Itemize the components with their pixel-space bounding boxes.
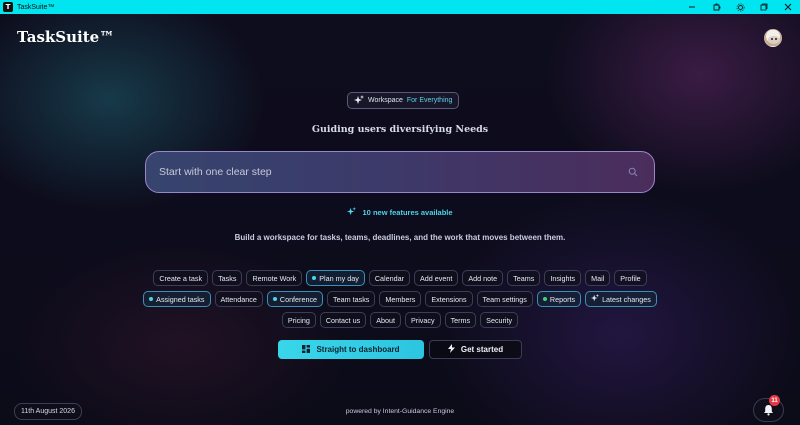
chip-row: Pricing Contact us About Privacy Terms Securi…: [0, 312, 800, 328]
get-started-label: Get started: [460, 345, 504, 354]
search-icon[interactable]: [625, 164, 641, 180]
chip-teams[interactable]: Teams: [507, 270, 541, 286]
chip-create-a-task[interactable]: Create a task: [153, 270, 209, 286]
chip-add-event[interactable]: Add event: [414, 270, 459, 286]
chip-about[interactable]: About: [370, 312, 401, 328]
features-announcement[interactable]: 10 new features available: [0, 207, 800, 217]
chip-remote-work[interactable]: Remote Work: [246, 270, 303, 286]
chip-label: About: [376, 315, 395, 325]
quick-action-chips: Create a task Tasks Remote Work Plan my day…: [0, 270, 800, 333]
tagline-accent: For Everything: [406, 97, 453, 104]
chip-pricing[interactable]: Pricing: [281, 312, 316, 328]
chip-label: Contact us: [325, 315, 361, 325]
chip-row: Create a task Tasks Remote Work Plan my day…: [0, 270, 800, 286]
chip-reports[interactable]: Reports: [536, 291, 582, 307]
chip-members[interactable]: Members: [379, 291, 422, 307]
status-dot-icon: [312, 276, 317, 280]
status-dot-icon: [272, 297, 277, 301]
window-titlebar: T TaskSuite™: [0, 0, 800, 14]
chip-label: Tasks: [218, 273, 237, 283]
chip-tasks[interactable]: Tasks: [212, 270, 243, 286]
dashboard-icon: [302, 344, 311, 355]
brand-logo[interactable]: TaskSuite™: [17, 28, 114, 46]
status-dot-icon: [542, 297, 547, 301]
notifications-button[interactable]: 11: [753, 395, 784, 422]
chip-contact-us[interactable]: Contact us: [319, 312, 367, 328]
page-subtitle: Build a workspace for tasks, teams, dead…: [234, 233, 566, 242]
chip-attendance[interactable]: Attendance: [214, 291, 263, 307]
chip-label: Calendar: [374, 273, 404, 283]
chip-label: Teams: [513, 273, 535, 283]
tagline-prefix: Workspace: [368, 97, 403, 104]
chip-profile[interactable]: Profile: [614, 270, 647, 286]
avatar-fur: [768, 36, 780, 44]
sparkle-icon: [591, 294, 600, 304]
minimize-icon[interactable]: [680, 0, 704, 14]
app-icon: T: [3, 2, 13, 12]
chip-extensions[interactable]: Extensions: [425, 291, 473, 307]
chip-conference[interactable]: Conference: [266, 291, 324, 307]
lightning-icon: [447, 344, 455, 355]
chip-label: Mail: [591, 273, 605, 283]
chip-label: Assigned tasks: [156, 294, 205, 304]
chip-label: Profile: [620, 273, 641, 283]
notification-count-badge: 11: [769, 395, 780, 406]
chip-terms[interactable]: Terms: [444, 312, 477, 328]
chip-add-note[interactable]: Add note: [462, 270, 504, 286]
chip-security[interactable]: Security: [480, 312, 519, 328]
get-started-button[interactable]: Get started: [429, 340, 522, 359]
chip-label: Terms: [450, 315, 471, 325]
chip-latest-changes[interactable]: Latest changes: [585, 291, 657, 307]
chip-label: Security: [486, 315, 513, 325]
powered-by-text: powered by Intent-Guidance Engine: [345, 408, 455, 415]
chip-insights[interactable]: Insights: [544, 270, 582, 286]
chip-label: Attendance: [220, 294, 257, 304]
chip-label: Conference: [279, 294, 318, 304]
chip-row: Assigned tasks Attendance Conference Team t…: [0, 291, 800, 307]
avatar-eye: [771, 38, 773, 40]
chip-label: Members: [385, 294, 416, 304]
chip-label: Plan my day: [319, 273, 359, 283]
window-title: TaskSuite™: [17, 3, 55, 11]
straight-to-dashboard-button[interactable]: Straight to dashboard: [278, 340, 424, 359]
sparkle-icon: [347, 207, 358, 217]
chip-label: Extensions: [431, 294, 467, 304]
chip-label: Latest changes: [602, 294, 651, 304]
page-headline: Guiding users diversifying Needs: [311, 124, 489, 135]
chip-label: Insights: [550, 273, 576, 283]
chip-mail[interactable]: Mail: [585, 270, 611, 286]
chip-calendar[interactable]: Calendar: [368, 270, 410, 286]
search-input[interactable]: [159, 166, 625, 178]
sparkle-icon: [354, 94, 364, 107]
restore-icon[interactable]: [752, 0, 776, 14]
features-text: 10 new features available: [362, 208, 453, 217]
window-controls: [680, 0, 800, 14]
straight-to-dashboard-label: Straight to dashboard: [316, 345, 400, 354]
workspace-tagline-pill: Workspace For Everything: [347, 92, 460, 109]
settings-icon[interactable]: [728, 0, 752, 14]
chip-label: Create a task: [159, 273, 203, 283]
chip-label: Team tasks: [333, 294, 370, 304]
chip-label: Privacy: [411, 315, 435, 325]
chip-plan-my-day[interactable]: Plan my day: [306, 270, 365, 286]
chip-label: Add note: [468, 273, 498, 283]
chip-label: Reports: [549, 294, 576, 304]
avatar-eye: [775, 38, 777, 40]
chip-label: Add event: [420, 273, 453, 283]
close-icon[interactable]: [776, 0, 800, 14]
status-dot-icon: [149, 297, 154, 301]
chip-privacy[interactable]: Privacy: [405, 312, 441, 328]
chip-team-tasks[interactable]: Team tasks: [327, 291, 376, 307]
user-avatar[interactable]: [764, 29, 782, 47]
chip-label: Remote Work: [252, 273, 297, 283]
chip-label: Pricing: [287, 315, 310, 325]
chip-label: Team settings: [482, 294, 527, 304]
app-stage: TaskSuite™ Workspace For Everything Guid…: [0, 14, 800, 425]
extensions-icon[interactable]: [704, 0, 728, 14]
chip-team-settings[interactable]: Team settings: [476, 291, 533, 307]
chip-assigned-tasks[interactable]: Assigned tasks: [143, 291, 211, 307]
search-bar[interactable]: [145, 151, 655, 193]
